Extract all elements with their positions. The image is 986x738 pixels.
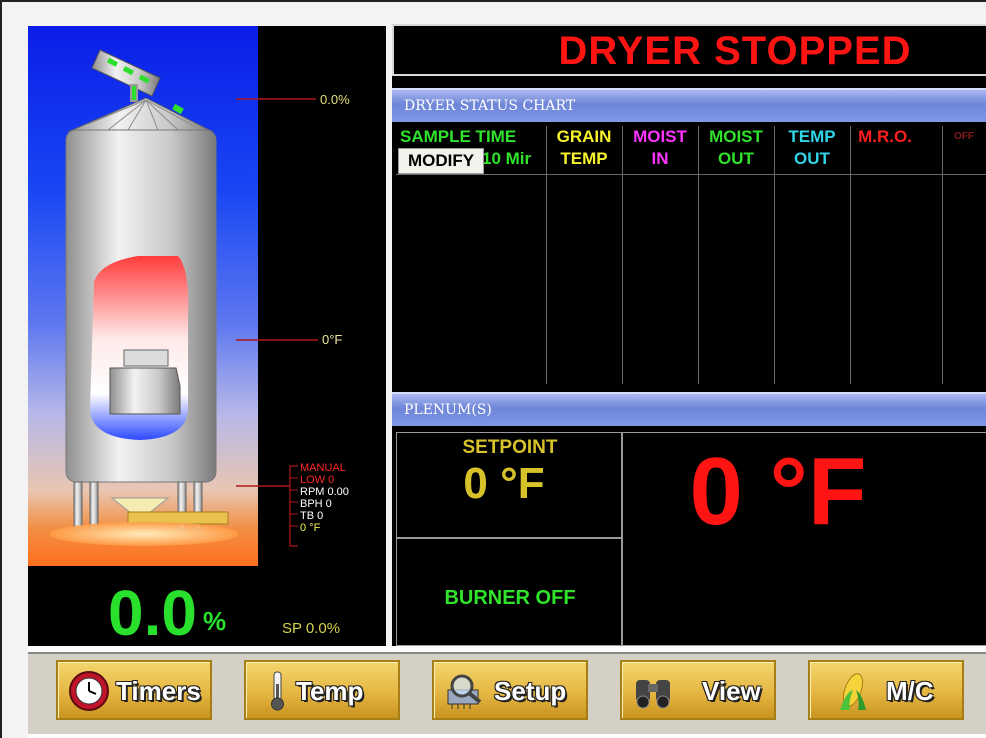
bph-label: BPH 0 bbox=[300, 498, 332, 510]
setpoint-box[interactable]: SETPOINT 0 °F bbox=[396, 432, 622, 538]
status-title: DRYER STOPPED bbox=[558, 29, 912, 73]
temp-button-label: Temp bbox=[296, 676, 364, 706]
discharge-temp-label: 0 °F bbox=[300, 522, 321, 534]
mro-header: M.R.O. bbox=[858, 127, 912, 146]
setpoint-value: 0 °F bbox=[463, 459, 545, 508]
grain-temp-header-2: TEMP bbox=[560, 149, 608, 168]
timers-button[interactable]: Timers bbox=[56, 660, 212, 720]
mode-label: MANUAL bbox=[300, 462, 346, 474]
status-banner: DRYER STOPPED bbox=[392, 24, 986, 76]
sample-time-value: 10 Mir bbox=[482, 149, 532, 168]
chart-column-mro bbox=[850, 126, 943, 384]
plenum-title: PLENUM(S) bbox=[404, 402, 492, 418]
magnifier-chip-icon bbox=[444, 670, 486, 712]
setup-button-label: Setup bbox=[494, 676, 567, 706]
discharge-info: MANUAL LOW 0 RPM 0.00 BPH 0 TB 0 0 °F bbox=[300, 462, 349, 534]
chart-header-divider bbox=[396, 174, 986, 175]
binoculars-icon bbox=[632, 670, 674, 712]
sample-time-header: SAMPLE TIME bbox=[400, 127, 517, 146]
moist-in-header-2: IN bbox=[651, 149, 669, 168]
setup-button[interactable]: Setup bbox=[432, 660, 588, 720]
dryer-status-chart: SAMPLE TIME 10 Mir GRAIN TEMP MOIST IN M… bbox=[396, 126, 986, 384]
thermometer-icon bbox=[256, 670, 298, 712]
grain-temp-label: 0°F bbox=[322, 332, 343, 347]
temp-button[interactable]: Temp bbox=[244, 660, 400, 720]
tb-label: TB 0 bbox=[300, 510, 324, 522]
moist-out-header-1: MOIST bbox=[709, 127, 763, 146]
corn-icon bbox=[832, 670, 874, 712]
moisture-percent-display: 0.0% bbox=[108, 578, 226, 648]
burner-status-box: BURNER OFF bbox=[396, 538, 622, 646]
mc-button[interactable]: M/C bbox=[808, 660, 964, 720]
temp-out-header-1: TEMP bbox=[788, 127, 836, 146]
moist-out-header-2: OUT bbox=[718, 149, 754, 168]
modify-button[interactable]: MODIFY bbox=[398, 148, 484, 174]
dryer-status-chart-title: DRYER STATUS CHART bbox=[404, 98, 576, 114]
view-button[interactable]: View bbox=[620, 660, 776, 720]
plenum-header: PLENUM(S) bbox=[392, 392, 986, 426]
silo-panel: 0.0% 0°F MANUAL LOW 0 RPM 0.00 BPH 0 TB … bbox=[28, 26, 386, 648]
rpm-label: RPM 0.00 bbox=[300, 486, 349, 498]
mc-button-label: M/C bbox=[886, 676, 934, 706]
low-label: LOW 0 bbox=[300, 474, 335, 486]
dryer-status-chart-header: DRYER STATUS CHART bbox=[392, 88, 986, 122]
grain-level-label: 0.0% bbox=[320, 92, 350, 107]
grain-temp-header-1: GRAIN bbox=[556, 127, 612, 146]
clock-icon bbox=[68, 670, 110, 712]
temp-out-header-2: OUT bbox=[794, 149, 830, 168]
setpoint-label: SETPOINT bbox=[462, 437, 558, 458]
setpoint-percent-label: SP 0.0% bbox=[282, 620, 341, 637]
timers-button-label: Timers bbox=[116, 676, 201, 706]
plenum-temp-box: 0 °F bbox=[622, 432, 986, 646]
plenum-panel: SETPOINT 0 °F BURNER OFF 0 °F bbox=[396, 432, 986, 646]
off-header: OFF bbox=[954, 131, 974, 142]
view-button-label: View bbox=[702, 676, 761, 706]
moist-in-header-1: MOIST bbox=[633, 127, 687, 146]
moisture-percent-value: 0.0 bbox=[108, 577, 197, 649]
moisture-percent-unit: % bbox=[202, 606, 227, 636]
burner-status: BURNER OFF bbox=[444, 587, 576, 609]
plenum-temp-value: 0 °F bbox=[689, 438, 867, 545]
